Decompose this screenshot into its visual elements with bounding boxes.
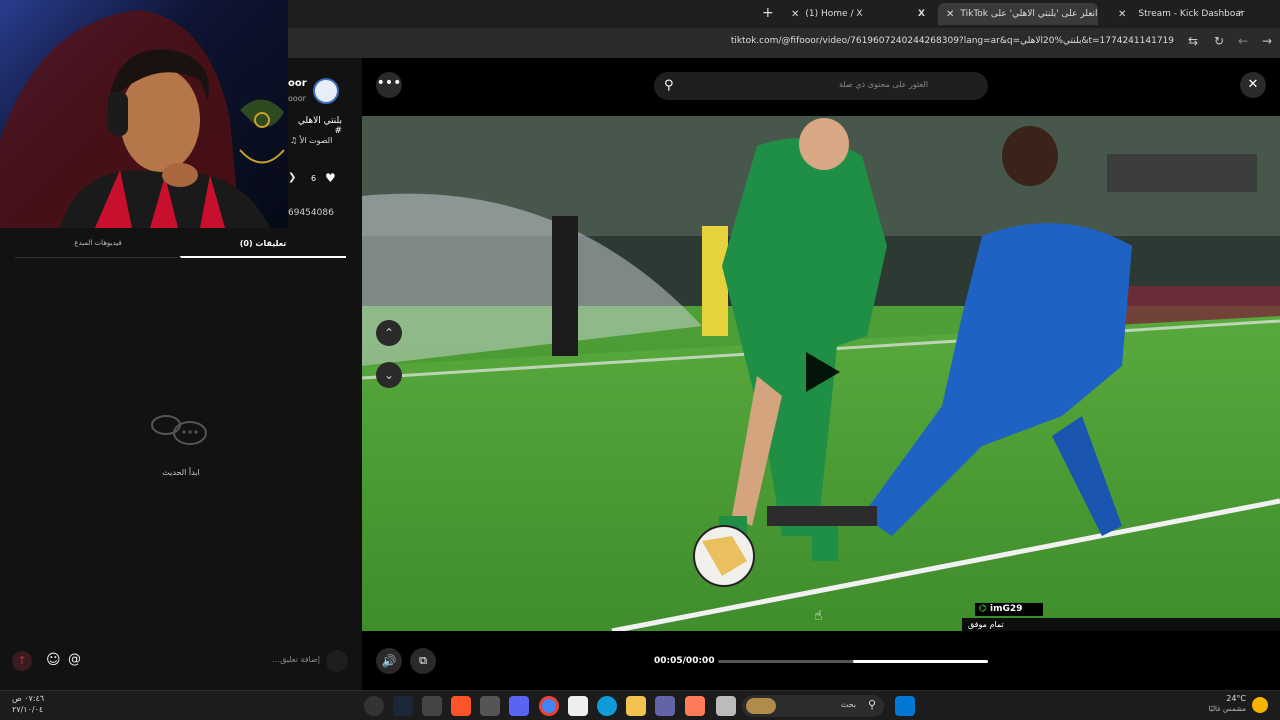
reload-icon[interactable]: ↻	[1214, 34, 1224, 48]
sound-info[interactable]: ♫ الصوت الأ	[290, 136, 332, 145]
progress-fill	[853, 660, 988, 663]
clock-date[interactable]: ٢٧/١٠/٠٤	[12, 705, 43, 714]
video-frame[interactable]: ☝ ⌬ imG29 تمام موفق	[362, 116, 1280, 631]
next-video-button[interactable]: ⌄	[376, 362, 402, 388]
tab-label: Stream - Kick Dashboard	[1138, 9, 1245, 19]
chat-username: imG29	[990, 604, 1023, 614]
chat-bubbles-icon	[151, 415, 207, 445]
previous-video-button[interactable]: ⌃	[376, 320, 402, 346]
tab-comments[interactable]: تعليقات (0)	[180, 236, 346, 258]
address-bar[interactable]: tiktok.com/@fifooor/video/76196072402442…	[288, 28, 1280, 58]
chat-message: تمام موفق	[962, 618, 1280, 631]
mouse-cursor-icon: ☝	[814, 608, 823, 624]
windows-start-icon[interactable]	[895, 696, 915, 716]
video-player: ••• ⚲ العثور على محتوى ذي صلة ✕ ☝ ⌬ imG2…	[362, 58, 1280, 690]
file-explorer-icon[interactable]	[626, 696, 646, 716]
chrome-icon[interactable]	[539, 696, 559, 716]
back-icon[interactable]: ←	[1238, 34, 1248, 48]
heart-icon[interactable]: ♥	[325, 171, 336, 185]
weather-temp[interactable]: 24°C	[1200, 694, 1246, 703]
tab-label: (1) Home / X	[805, 9, 863, 19]
share-icon[interactable]: ❯	[288, 172, 296, 183]
picture-in-picture-icon[interactable]: ⧉	[410, 648, 436, 674]
mention-icon[interactable]: @	[68, 652, 81, 667]
play-icon[interactable]	[806, 352, 840, 392]
video-time: 00:05/00:00	[654, 656, 715, 666]
close-icon[interactable]: ✕	[1240, 72, 1266, 98]
search-bar[interactable]: ⚲ العثور على محتوى ذي صلة	[654, 72, 988, 100]
search-icon[interactable]: ⚲	[664, 78, 674, 93]
tab-x-home[interactable]: ✕ (1) Home / X X	[783, 3, 933, 25]
chat-username-badge: ⌬ imG29	[974, 602, 1044, 617]
obs-icon[interactable]	[364, 696, 384, 716]
edge-icon[interactable]	[597, 696, 617, 716]
streamer-photo	[0, 10, 285, 228]
windows-taskbar: ٠٧:٤٦ ص ٢٧/١٠/٠٤ بحث ⚲ 24°C مشمس غالبًا	[0, 690, 1280, 720]
weather-text[interactable]: مشمس غالبًا	[1190, 705, 1246, 713]
steam-icon[interactable]	[393, 696, 413, 716]
task-view-icon[interactable]	[716, 696, 736, 716]
video-id-text: 69454086	[288, 208, 334, 218]
volume-icon[interactable]: 🔊	[376, 648, 402, 674]
close-icon[interactable]: ✕	[1118, 9, 1126, 20]
sound-name: الصوت الأ	[299, 136, 333, 145]
new-tab-button[interactable]: +	[762, 5, 774, 21]
copilot-icon[interactable]	[685, 696, 705, 716]
tab-label: اتعلر على 'بلنتي الاهلي' على TikTok	[960, 9, 1098, 19]
close-icon[interactable]: ✕	[946, 9, 954, 20]
clock-time[interactable]: ٠٧:٤٦ ص	[12, 694, 44, 703]
tab-kick-dashboard[interactable]: ✕ Stream - Kick Dashboard	[1110, 3, 1245, 25]
brave-icon[interactable]	[451, 696, 471, 716]
app-icon[interactable]	[480, 696, 500, 716]
creator-name[interactable]: oor	[288, 78, 307, 89]
like-count: 6	[311, 174, 317, 183]
comment-input[interactable]: إضافة تعليق...	[180, 655, 320, 664]
creator-avatar[interactable]	[313, 78, 339, 104]
app-icon[interactable]	[422, 696, 442, 716]
x-icon: X	[918, 9, 925, 19]
taskbar-search[interactable]: بحث ⚲	[742, 695, 884, 717]
search-input[interactable]: العثور على محتوى ذي صلة	[839, 80, 928, 89]
progress-track[interactable]	[718, 660, 988, 663]
browser-tab-bar: ✕ Stream - Kick Dashboard ✕ اتعلر على 'ب…	[288, 0, 1280, 28]
sun-icon[interactable]	[1252, 697, 1268, 713]
close-icon[interactable]: ✕	[791, 9, 799, 20]
more-options-icon[interactable]: •••	[376, 72, 402, 98]
tab-tiktok[interactable]: ✕ اتعلر على 'بلنتي الاهلي' على TikTok	[938, 3, 1098, 25]
video-caption: بلنتي الاهلي #	[297, 116, 342, 136]
post-comment-button[interactable]: ↑	[12, 651, 32, 671]
empty-state-text: ابدأ الحديث	[162, 468, 200, 477]
user-avatar[interactable]	[326, 650, 348, 672]
search-icon: ⚲	[867, 698, 876, 711]
webcam-overlay	[0, 0, 288, 228]
reader-icon[interactable]: ⇆	[1188, 34, 1198, 48]
emoji-icon[interactable]: ☺	[46, 652, 61, 668]
discord-icon[interactable]	[509, 696, 529, 716]
store-icon[interactable]	[568, 696, 588, 716]
search-label: بحث	[840, 700, 856, 709]
url-text[interactable]: tiktok.com/@fifooor/video/76196072402442…	[731, 36, 1174, 46]
search-highlight-icon	[746, 698, 776, 714]
creator-handle: ooor	[288, 94, 306, 103]
teams-icon[interactable]	[655, 696, 675, 716]
tab-list-icon[interactable]: ⌄	[1236, 5, 1244, 16]
forward-icon[interactable]: →	[1262, 34, 1272, 48]
tab-creator-videos[interactable]: فيديوهات المبدع	[15, 236, 181, 258]
